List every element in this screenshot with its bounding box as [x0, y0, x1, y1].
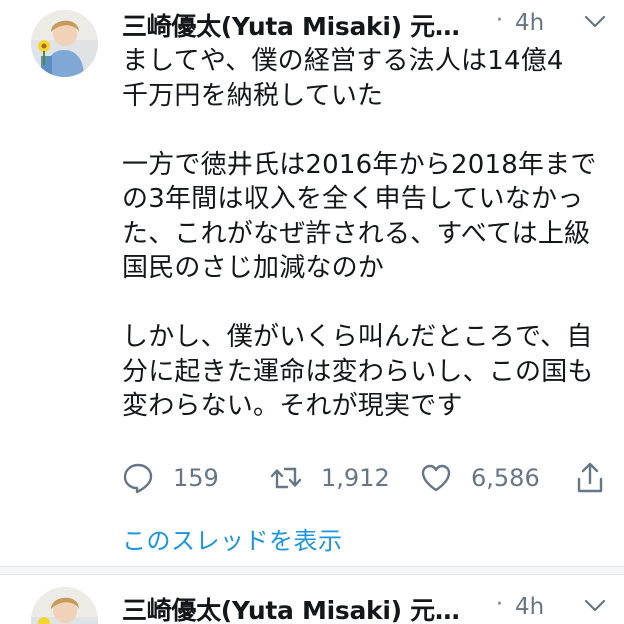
tweet-header: 三崎優太(Yuta Misaki) 元… · 4h — [122, 4, 614, 43]
avatar[interactable] — [31, 10, 98, 77]
timestamp[interactable]: 4h — [515, 10, 544, 36]
separator-dot: · — [496, 8, 503, 33]
like-count: 6,586 — [471, 464, 540, 492]
avatar-image — [31, 587, 98, 624]
share-upload-icon — [577, 462, 603, 493]
avatar-image — [31, 10, 98, 77]
timestamp[interactable]: 4h — [515, 594, 544, 620]
tweet-text: ましてや、僕の経営する法人は14億4 千万円を納税していた 一方で徳井氏は201… — [122, 46, 597, 421]
tweet-header: 三崎優太(Yuta Misaki) 元… · 4h — [122, 588, 614, 624]
author-name[interactable]: 三崎優太(Yuta Misaki) 元… — [122, 591, 460, 624]
retweet-count: 1,912 — [321, 464, 390, 492]
retweet-arrows-icon — [270, 467, 302, 489]
share-button[interactable] — [576, 456, 604, 500]
chevron-down-icon[interactable] — [584, 598, 606, 614]
tweet[interactable]: 三崎優太(Yuta Misaki) 元… · 4h ましてや、僕の経営する法人は… — [0, 0, 624, 566]
tweet-actions: 159 1,912 6,586 — [122, 456, 614, 500]
show-thread-link[interactable]: このスレッドを表示 — [122, 521, 343, 556]
retweet-button[interactable]: 1,912 — [270, 456, 390, 500]
author-name[interactable]: 三崎優太(Yuta Misaki) 元… — [122, 7, 460, 43]
reply-count: 159 — [173, 464, 219, 492]
reply-button[interactable]: 159 — [122, 456, 219, 500]
like-button[interactable]: 6,586 — [420, 456, 540, 500]
tweet[interactable]: 三崎優太(Yuta Misaki) 元… · 4h — [0, 575, 624, 624]
speech-bubble-icon — [123, 463, 153, 494]
tweet-divider — [0, 566, 624, 575]
avatar[interactable] — [31, 587, 98, 624]
chevron-down-icon[interactable] — [584, 14, 606, 30]
separator-dot: · — [496, 592, 503, 617]
heart-icon — [421, 464, 451, 492]
